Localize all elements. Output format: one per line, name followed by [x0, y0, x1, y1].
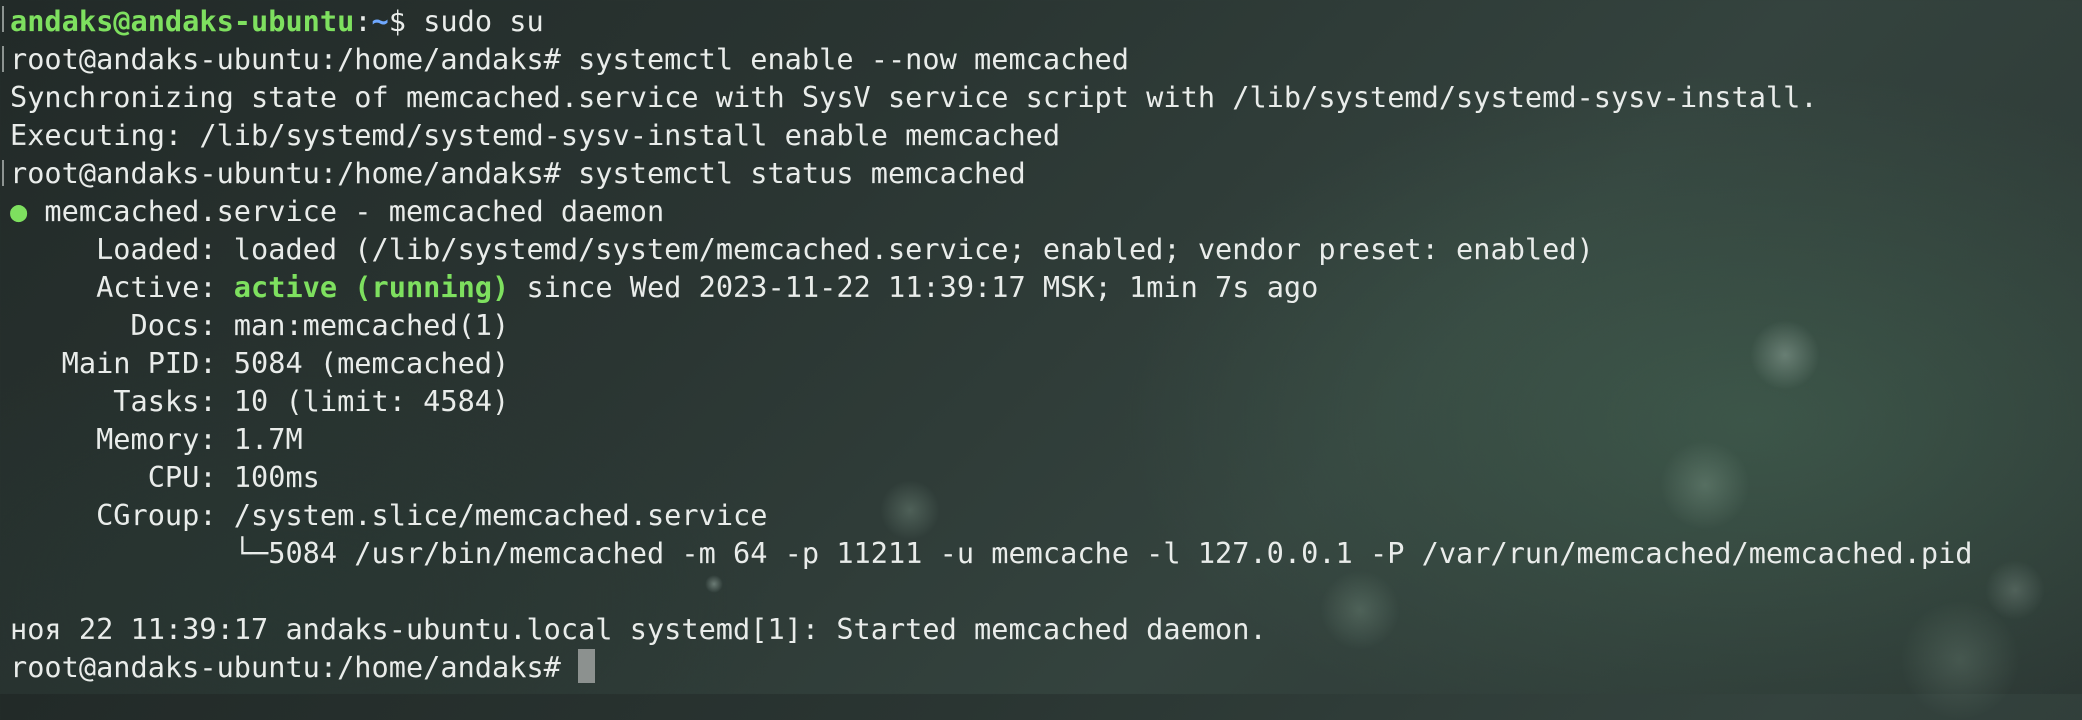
root-prompt: root@andaks-ubuntu:/home/andaks#	[10, 42, 579, 76]
status-label: Docs:	[10, 308, 234, 342]
status-label: CPU:	[10, 460, 234, 494]
status-label: Main PID:	[10, 346, 234, 380]
service-title: memcached.service - memcached daemon	[27, 194, 665, 228]
status-value: loaded (/lib/systemd/system/memcached.se…	[233, 232, 1594, 266]
terminal-line: root@andaks-ubuntu:/home/andaks#	[10, 648, 596, 686]
text-cursor[interactable]	[578, 649, 596, 683]
command-text: systemctl status memcached	[578, 156, 1026, 190]
terminal-line: Docs: man:memcached(1)	[10, 306, 510, 344]
terminal-line: ● memcached.service - memcached daemon	[10, 192, 664, 230]
terminal-line: └─5084 /usr/bin/memcached -m 64 -p 11211…	[10, 536, 1973, 570]
status-value: 1.7M	[233, 422, 303, 456]
status-value: 100ms	[233, 460, 320, 494]
status-value: 5084 (memcached)	[233, 346, 510, 380]
command-text: sudo su	[423, 4, 544, 38]
terminal-output[interactable]: andaks@andaks-ubuntu:~$ sudo su root@and…	[2, 0, 2082, 694]
command-text: systemctl enable --now memcached	[578, 42, 1129, 76]
active-state: active (running)	[233, 270, 510, 304]
line-marker	[2, 46, 4, 72]
prompt-colon: :	[354, 4, 372, 38]
status-label: Tasks:	[10, 384, 234, 418]
status-label: Active:	[10, 270, 234, 304]
terminal-line: andaks@andaks-ubuntu:~$ sudo su	[10, 2, 544, 40]
prompt-user-host: andaks@andaks-ubuntu	[10, 4, 355, 38]
status-value: since Wed 2023-11-22 11:39:17 MSK; 1min …	[509, 270, 1319, 304]
prompt-path: ~	[371, 4, 389, 38]
terminal-line: root@andaks-ubuntu:/home/andaks# systemc…	[10, 154, 1026, 192]
terminal-line: Loaded: loaded (/lib/systemd/system/memc…	[10, 230, 1594, 268]
status-dot-icon: ●	[10, 194, 28, 228]
status-label: Loaded:	[10, 232, 234, 266]
terminal-line: Memory: 1.7M	[10, 420, 303, 458]
terminal-line: Tasks: 10 (limit: 4584)	[10, 382, 509, 420]
terminal-line: Main PID: 5084 (memcached)	[10, 344, 510, 382]
line-marker	[2, 6, 4, 32]
prompt-symbol: $	[388, 4, 424, 38]
status-value: 10 (limit: 4584)	[233, 384, 510, 418]
status-label: CGroup:	[10, 498, 234, 532]
terminal-line: root@andaks-ubuntu:/home/andaks# systemc…	[10, 40, 1129, 78]
status-value: /system.slice/memcached.service	[233, 498, 768, 532]
root-prompt: root@andaks-ubuntu:/home/andaks#	[10, 650, 579, 684]
terminal-line: Executing: /lib/systemd/systemd-sysv-ins…	[10, 118, 1061, 152]
line-marker	[2, 160, 4, 186]
status-label: Memory:	[10, 422, 234, 456]
terminal-line: CGroup: /system.slice/memcached.service	[10, 496, 767, 534]
root-prompt: root@andaks-ubuntu:/home/andaks#	[10, 156, 579, 190]
terminal-line: ноя 22 11:39:17 andaks-ubuntu.local syst…	[10, 612, 1267, 646]
terminal-line: Active: active (running) since Wed 2023-…	[10, 268, 1318, 306]
status-value: man:memcached(1)	[233, 308, 510, 342]
terminal-line: Synchronizing state of memcached.service…	[10, 80, 1818, 114]
terminal-line: CPU: 100ms	[10, 458, 320, 496]
